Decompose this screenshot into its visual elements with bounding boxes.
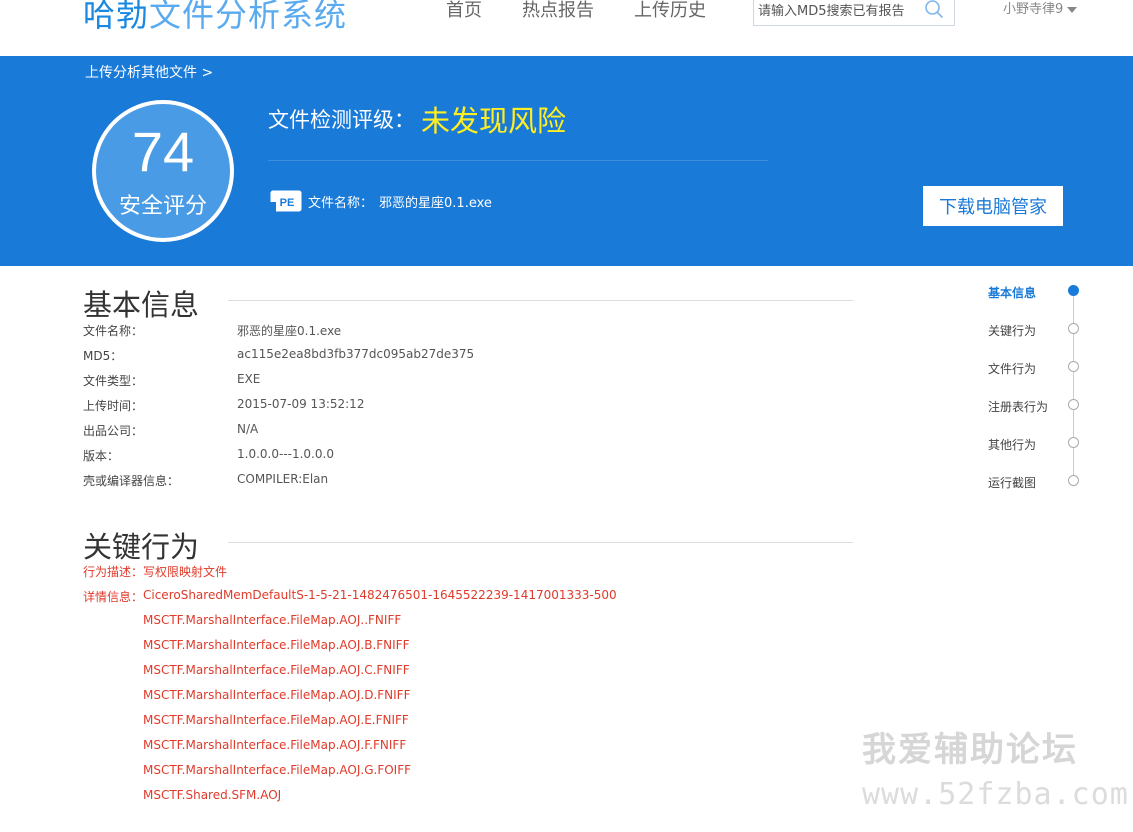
download-pc-manager-button[interactable]: 下载电脑管家 xyxy=(923,186,1063,226)
logo-main: 哈勃 xyxy=(83,0,150,34)
detection-rating: 文件检测评级： 未发现风险 xyxy=(268,98,566,140)
md5-search-input[interactable] xyxy=(758,0,918,22)
pe-file-icon: PE xyxy=(270,190,302,212)
side-nav-label: 基本信息 xyxy=(988,286,1037,300)
side-nav-file-behavior[interactable]: 文件行为 xyxy=(988,360,1088,380)
basic-info-rule xyxy=(228,300,853,301)
side-nav-dot-icon xyxy=(1068,361,1079,372)
side-nav-dot-icon xyxy=(1068,437,1079,448)
behavior-detail-value: CiceroSharedMemDefaultS-1-5-21-148247650… xyxy=(143,588,617,602)
behavior-detail-value: MSCTF.MarshalInterface.FileMap.AOJ.D.FNI… xyxy=(143,688,411,702)
info-key: 上传时间： xyxy=(83,399,144,413)
site-logo[interactable]: 哈勃文件分析系统 xyxy=(83,0,347,36)
side-nav-label: 文件行为 xyxy=(988,362,1037,376)
info-value: 2015-07-09 13:52:12 xyxy=(237,397,365,411)
behavior-detail-value: MSCTF.MarshalInterface.FileMap.AOJ.G.FOI… xyxy=(143,763,412,777)
info-value: COMPILER:Elan xyxy=(237,472,329,486)
file-name-value: 邪恶的星座0.1.exe xyxy=(379,195,492,211)
info-key: 壳或编译器信息： xyxy=(83,474,180,488)
behavior-detail-value: MSCTF.MarshalInterface.FileMap.AOJ.C.FNI… xyxy=(143,663,410,677)
key-behavior-title: 关键行为 xyxy=(83,524,222,566)
nav-hot-reports[interactable]: 热点报告 xyxy=(522,0,594,22)
safety-score-value: 74 xyxy=(131,120,195,183)
logo-sub: 文件分析系统 xyxy=(149,0,348,34)
section-side-nav: 基本信息 关键行为 文件行为 注册表行为 其他行为 运行截图 xyxy=(988,280,1088,500)
watermark-title: 我爱辅助论坛 xyxy=(862,730,1078,770)
side-nav-dot-icon xyxy=(1068,475,1079,486)
behavior-detail-value: MSCTF.MarshalInterface.FileMap.AOJ.B.FNI… xyxy=(143,638,410,652)
side-nav-label: 关键行为 xyxy=(988,324,1037,338)
watermark: 我爱辅助论坛 www.52fzba.com xyxy=(862,722,1129,812)
behavior-desc-label: 行为描述： xyxy=(83,565,144,579)
rating-label: 文件检测评级： xyxy=(268,108,415,132)
rating-value: 未发现风险 xyxy=(421,104,567,138)
user-menu[interactable]: 小野寺律9 xyxy=(1003,0,1078,17)
info-key: 版本： xyxy=(83,449,120,463)
caret-down-icon xyxy=(1067,6,1078,13)
file-name-label: 文件名称： xyxy=(308,195,374,211)
side-nav-label: 注册表行为 xyxy=(988,400,1049,414)
side-nav-basic-info[interactable]: 基本信息 xyxy=(988,284,1088,304)
side-nav-screenshots[interactable]: 运行截图 xyxy=(988,474,1088,494)
nav-home[interactable]: 首页 xyxy=(446,0,482,22)
main-nav: 首页 热点报告 上传历史 xyxy=(446,0,706,22)
side-nav-other-behavior[interactable]: 其他行为 xyxy=(988,436,1088,456)
behavior-detail-value: MSCTF.Shared.SFM.AOJ xyxy=(143,788,282,802)
behavior-detail-value: MSCTF.MarshalInterface.FileMap.AOJ..FNIF… xyxy=(143,613,402,627)
safety-score-label: 安全评分 xyxy=(118,194,207,219)
side-nav-dot-icon xyxy=(1068,399,1079,410)
behavior-detail-label: 详情信息： xyxy=(83,590,144,604)
info-value: 邪恶的星座0.1.exe xyxy=(237,324,342,338)
search-icon[interactable] xyxy=(924,0,944,19)
top-header: 哈勃文件分析系统 首页 热点报告 上传历史 小野寺律9 xyxy=(0,0,1133,56)
nav-upload-history[interactable]: 上传历史 xyxy=(634,0,706,22)
info-key: 文件名称： xyxy=(83,324,144,338)
key-behavior-rule xyxy=(228,542,853,543)
search-box xyxy=(753,0,955,26)
file-name-line: PE 文件名称： 邪恶的星座0.1.exe xyxy=(270,190,492,212)
username: 小野寺律9 xyxy=(1003,2,1064,17)
info-value: EXE xyxy=(237,372,261,386)
info-key: 文件类型： xyxy=(83,374,144,388)
side-nav-registry-behavior[interactable]: 注册表行为 xyxy=(988,398,1088,418)
info-key: 出品公司： xyxy=(83,424,144,438)
result-banner: 上传分析其他文件 > 74 安全评分 文件检测评级： 未发现风险 PE 文件名称：… xyxy=(0,56,1133,266)
side-nav-dot-icon xyxy=(1068,323,1079,334)
side-nav-key-behavior[interactable]: 关键行为 xyxy=(988,322,1088,342)
banner-divider xyxy=(268,160,768,161)
upload-other-link[interactable]: 上传分析其他文件 > xyxy=(85,62,213,82)
info-value: 1.0.0.0---1.0.0.0 xyxy=(237,447,334,461)
side-nav-dot-icon xyxy=(1068,285,1079,296)
behavior-detail-value: MSCTF.MarshalInterface.FileMap.AOJ.E.FNI… xyxy=(143,713,409,727)
basic-info-title: 基本信息 xyxy=(83,282,222,324)
safety-score-circle: 74 安全评分 xyxy=(92,100,234,242)
watermark-url: www.52fzba.com xyxy=(862,777,1129,812)
info-value: N/A xyxy=(237,422,259,436)
info-key: MD5： xyxy=(83,349,123,363)
side-nav-label: 运行截图 xyxy=(988,476,1037,490)
side-nav-label: 其他行为 xyxy=(988,438,1037,452)
pe-badge-text: PE xyxy=(280,197,295,209)
info-value: ac115e2ea8bd3fb377dc095ab27de375 xyxy=(237,347,475,361)
behavior-detail-value: MSCTF.MarshalInterface.FileMap.AOJ.F.FNI… xyxy=(143,738,407,752)
behavior-desc-value: 写权限映射文件 xyxy=(143,565,228,579)
